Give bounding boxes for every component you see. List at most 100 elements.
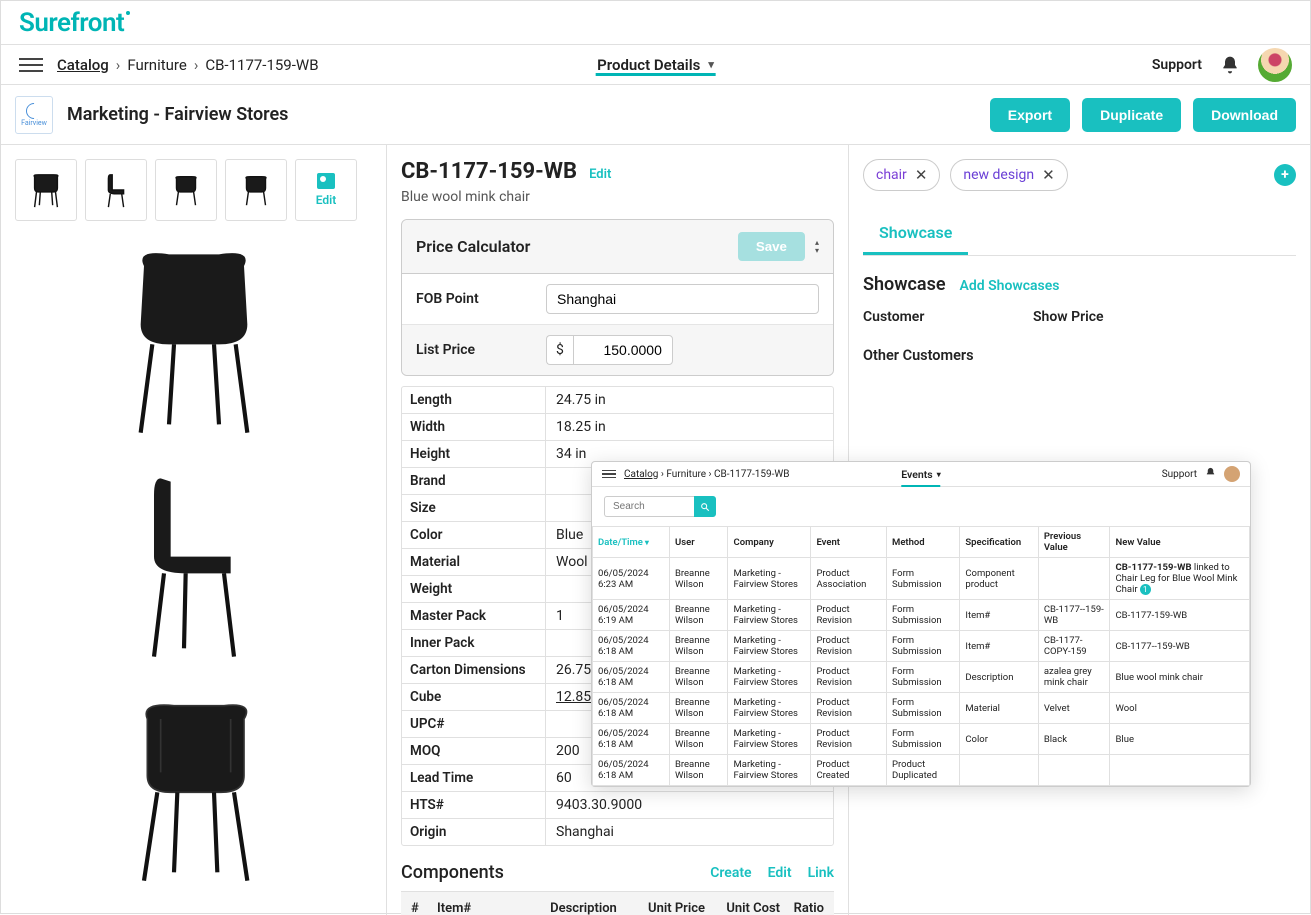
spec-row[interactable]: Width18.25 in (402, 414, 833, 441)
thumbnail-4[interactable] (225, 159, 287, 221)
edit-product-link[interactable]: Edit (589, 167, 611, 182)
events-cell: Marketing - Fairview Stores (728, 631, 811, 662)
link-count-badge: 1 (1140, 584, 1151, 595)
support-link[interactable]: Support (1152, 57, 1202, 73)
events-col-header[interactable]: Method (887, 527, 960, 558)
export-button[interactable]: Export (990, 98, 1070, 132)
expand-collapse-icon[interactable]: ▴▾ (815, 240, 819, 254)
remove-tag-icon[interactable]: ✕ (915, 166, 928, 184)
events-cell: Breanne Wilson (669, 755, 728, 786)
showcase-tab[interactable]: Showcase (863, 213, 968, 255)
events-cell: Form Submission (887, 558, 960, 600)
duplicate-button[interactable]: Duplicate (1082, 98, 1181, 132)
events-cell: 06/05/2024 6:18 AM (593, 693, 670, 724)
events-cell: Velvet (1038, 693, 1110, 724)
breadcrumb-category[interactable]: Furniture (127, 56, 187, 74)
download-button[interactable]: Download (1193, 98, 1296, 132)
spec-label: MOQ (402, 738, 546, 764)
events-cell (960, 755, 1038, 786)
breadcrumb-sku: CB-1177-159-WB (205, 56, 318, 74)
events-col-header[interactable]: Company (728, 527, 811, 558)
popup-breadcrumb-root[interactable]: Catalog (624, 469, 658, 480)
subheader: Fairview Marketing - Fairview Stores Exp… (1, 85, 1310, 145)
events-cell: Product Revision (811, 631, 887, 662)
events-col-header[interactable]: Event (811, 527, 887, 558)
component-create-link[interactable]: Create (710, 865, 751, 881)
spec-row[interactable]: HTS#9403.30.9000 (402, 792, 833, 819)
events-cell: Black (1038, 724, 1110, 755)
edit-images-button[interactable]: Edit (295, 159, 357, 221)
tag-new-design[interactable]: new design ✕ (950, 159, 1067, 191)
list-price-input[interactable] (573, 335, 673, 365)
fob-input[interactable] (546, 284, 819, 314)
events-cell-newvalue: CB-1177--159-WB (1110, 631, 1250, 662)
col-customer: Customer (863, 309, 1033, 325)
brand-bar: Surefront (1, 1, 1310, 45)
spec-value: Shanghai (546, 819, 833, 845)
col-show-price: Show Price (1033, 309, 1104, 325)
user-avatar[interactable] (1258, 48, 1292, 82)
page-title: Marketing - Fairview Stores (67, 104, 288, 125)
product-image-2[interactable] (15, 457, 372, 673)
events-cell: Breanne Wilson (669, 558, 728, 600)
events-cell: Form Submission (887, 600, 960, 631)
popup-breadcrumb-cat[interactable]: Furniture (666, 469, 706, 480)
add-showcases-link[interactable]: Add Showcases (960, 278, 1060, 294)
nav-bar: Catalog › Furniture › CB-1177-159-WB Pro… (1, 45, 1310, 85)
popup-avatar[interactable] (1224, 466, 1240, 482)
events-row: 06/05/2024 6:23 AMBreanne WilsonMarketin… (593, 558, 1250, 600)
price-calculator: Price Calculator Save ▴▾ FOB Point List … (401, 219, 834, 376)
tag-label: chair (876, 167, 907, 183)
spec-label: Height (402, 441, 546, 467)
save-button[interactable]: Save (738, 232, 805, 261)
breadcrumb-root[interactable]: Catalog (57, 56, 109, 74)
search-icon[interactable] (694, 496, 716, 517)
company-short-label: Fairview (21, 119, 47, 127)
breadcrumb: Catalog › Furniture › CB-1177-159-WB (57, 56, 319, 74)
hamburger-icon[interactable] (19, 53, 43, 77)
popup-events-label: Events (901, 468, 932, 481)
events-row: 06/05/2024 6:18 AMBreanne WilsonMarketin… (593, 755, 1250, 786)
events-cell: 06/05/2024 6:23 AM (593, 558, 670, 600)
events-search-input[interactable] (604, 496, 694, 517)
popup-bell-icon[interactable] (1205, 467, 1216, 481)
events-col-header[interactable]: New Value (1110, 527, 1250, 558)
popup-hamburger-icon[interactable] (602, 470, 616, 478)
spec-label: Carton Dimensions (402, 657, 546, 683)
events-cell: Material (960, 693, 1038, 724)
events-cell-newvalue: Blue wool mink chair (1110, 662, 1250, 693)
page-tab[interactable]: Product Details ▾ (597, 56, 714, 74)
events-col-header[interactable]: Specification (960, 527, 1038, 558)
spec-row[interactable]: OriginShanghai (402, 819, 833, 845)
company-icon: Fairview (15, 96, 53, 134)
spec-row[interactable]: Length24.75 in (402, 387, 833, 414)
product-image-1[interactable] (15, 233, 372, 449)
events-col-header[interactable]: Previous Value (1038, 527, 1110, 558)
events-col-header[interactable]: Date/Time ▾ (593, 527, 670, 558)
events-table: Date/Time ▾UserCompanyEventMethodSpecifi… (592, 526, 1250, 786)
events-cell: Form Submission (887, 693, 960, 724)
events-cell: Item# (960, 631, 1038, 662)
popup-events-tab[interactable]: Events ▾ (901, 468, 940, 481)
component-link-link[interactable]: Link (808, 865, 834, 881)
thumbnail-2[interactable] (85, 159, 147, 221)
popup-support-link[interactable]: Support (1162, 469, 1197, 480)
product-sku: CB-1177-159-WB (401, 159, 577, 184)
add-tag-button[interactable]: + (1274, 164, 1296, 186)
events-col-header[interactable]: User (669, 527, 728, 558)
thumbnail-1[interactable] (15, 159, 77, 221)
tag-chair[interactable]: chair ✕ (863, 159, 940, 191)
thumbnail-3[interactable] (155, 159, 217, 221)
list-price-label: List Price (416, 342, 546, 358)
col-item: Item# (437, 901, 537, 915)
remove-tag-icon[interactable]: ✕ (1042, 166, 1055, 184)
events-cell: Marketing - Fairview Stores (728, 755, 811, 786)
events-cell-newvalue: CB-1177-159-WB (1110, 600, 1250, 631)
events-cell: Component product (960, 558, 1038, 600)
component-edit-link[interactable]: Edit (768, 865, 792, 881)
product-image-3[interactable] (15, 681, 372, 897)
linked-component-link[interactable]: Chair Leg for Blue Wool Mink Chair (1115, 573, 1237, 595)
events-cell: 06/05/2024 6:19 AM (593, 600, 670, 631)
notifications-icon[interactable] (1220, 55, 1240, 75)
events-row: 06/05/2024 6:19 AMBreanne WilsonMarketin… (593, 600, 1250, 631)
